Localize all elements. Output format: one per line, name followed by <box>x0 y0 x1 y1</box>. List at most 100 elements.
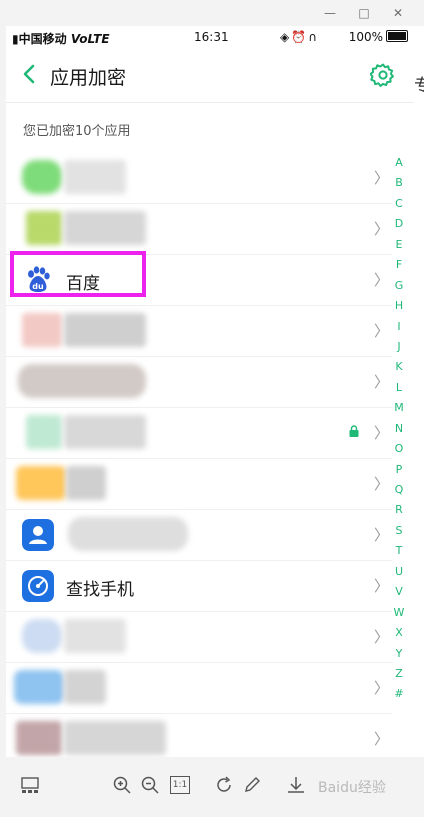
chevron-right-icon: 〉 <box>374 730 390 748</box>
status-time: 16:31 <box>194 30 229 44</box>
list-item[interactable]: 〉 <box>6 509 392 561</box>
chevron-right-icon: 〉 <box>374 475 390 493</box>
blurred-app-name <box>68 517 188 551</box>
index-letter[interactable]: F <box>392 255 406 275</box>
index-letter[interactable]: O <box>392 439 406 459</box>
maximize-button[interactable]: □ <box>355 5 373 21</box>
index-letter[interactable]: R <box>392 500 406 520</box>
blurred-app-icon <box>22 313 62 347</box>
lock-icon <box>349 425 359 437</box>
index-letter[interactable]: D <box>392 214 406 234</box>
list-item[interactable]: 〉 <box>6 203 392 255</box>
chevron-right-icon: 〉 <box>374 628 390 646</box>
background-window-text: 专 <box>414 76 424 97</box>
actual-size-button[interactable]: 1:1 <box>170 776 190 794</box>
chevron-right-icon: 〉 <box>374 526 390 544</box>
vibrate-icon: ◈ <box>280 30 292 44</box>
status-icons: ◈⏰∩ <box>280 30 319 44</box>
index-letter[interactable]: Y <box>392 644 406 664</box>
thumbnail-view-icon[interactable] <box>20 775 40 795</box>
list-item[interactable]: 〉 <box>6 458 392 510</box>
index-letter[interactable]: Q <box>392 480 406 500</box>
blurred-app-icon <box>16 466 66 500</box>
list-item[interactable]: 〉 <box>6 356 392 408</box>
download-icon[interactable] <box>286 775 306 795</box>
chevron-right-icon: 〉 <box>374 220 390 238</box>
list-item[interactable]: 〉 <box>6 407 392 459</box>
index-letter[interactable]: M <box>392 398 406 418</box>
back-arrow-icon[interactable] <box>18 62 42 86</box>
highlight-box <box>10 251 146 297</box>
blurred-app-icon <box>22 160 62 194</box>
index-letter[interactable]: H <box>392 296 406 316</box>
rotate-icon[interactable] <box>214 775 234 795</box>
carrier-name: 中国移动 <box>18 32 67 46</box>
list-item[interactable]: 〉 <box>6 611 392 663</box>
contact-person-icon <box>22 519 54 551</box>
app-name: 查找手机 <box>66 580 134 600</box>
chevron-right-icon: 〉 <box>374 169 390 187</box>
zoom-out-icon[interactable] <box>140 775 160 795</box>
battery-status: 100% <box>349 30 408 44</box>
blurred-app-name <box>64 670 106 704</box>
blurred-app-row <box>18 364 146 398</box>
index-letter[interactable]: I <box>392 317 406 337</box>
index-letter[interactable]: P <box>392 460 406 480</box>
index-letter[interactable]: G <box>392 276 406 296</box>
blurred-app-name <box>64 313 146 347</box>
viewer-toolbar: 1:1 Baidu经验 <box>0 757 424 817</box>
watermark: Baidu经验 <box>318 780 386 796</box>
blurred-app-name <box>66 466 106 500</box>
settings-gear-icon[interactable] <box>370 62 396 88</box>
index-letter[interactable]: # <box>392 684 406 704</box>
signal-icon: ▮ <box>12 32 19 46</box>
encrypted-count-text: 您已加密10个应用 <box>23 124 131 139</box>
index-letter[interactable]: T <box>392 541 406 561</box>
zoom-in-icon[interactable] <box>112 775 132 795</box>
index-letter[interactable]: U <box>392 562 406 582</box>
index-letter[interactable]: J <box>392 337 406 357</box>
index-letter[interactable]: C <box>392 194 406 214</box>
chevron-right-icon: 〉 <box>374 373 390 391</box>
volte-label: VoLTE <box>70 32 110 46</box>
list-item[interactable]: 〉 <box>6 305 392 357</box>
index-letter[interactable]: K <box>392 357 406 377</box>
blurred-app-name <box>64 619 126 653</box>
list-item[interactable]: 〉 <box>6 152 392 204</box>
blurred-app-name <box>64 415 146 449</box>
list-item-find-phone[interactable]: 查找手机 〉 <box>6 560 392 612</box>
index-letter[interactable]: V <box>392 582 406 602</box>
list-item[interactable]: 〉 <box>6 713 392 757</box>
index-letter[interactable]: N <box>392 419 406 439</box>
blurred-app-name <box>64 721 166 755</box>
index-letter[interactable]: B <box>392 173 406 193</box>
chevron-right-icon: 〉 <box>374 577 390 595</box>
minimize-button[interactable]: — <box>321 5 339 21</box>
window-titlebar: — □ ✕ <box>0 0 424 26</box>
chevron-right-icon: 〉 <box>374 322 390 340</box>
index-letter[interactable]: E <box>392 235 406 255</box>
index-letter[interactable]: X <box>392 623 406 643</box>
index-letter[interactable]: Z <box>392 664 406 684</box>
index-letter[interactable]: S <box>392 521 406 541</box>
blurred-app-icon <box>26 415 62 449</box>
blurred-app-icon <box>14 670 64 704</box>
blurred-app-icon <box>22 619 62 653</box>
blurred-app-icon <box>26 211 62 245</box>
index-letter[interactable]: W <box>392 603 406 623</box>
chevron-right-icon: 〉 <box>374 271 390 289</box>
chevron-right-icon: 〉 <box>374 424 390 442</box>
battery-percent: 100% <box>348 30 383 44</box>
close-button[interactable]: ✕ <box>389 5 407 21</box>
index-letter[interactable]: A <box>392 153 406 173</box>
app-header: 应用加密 <box>6 50 414 103</box>
alphabet-index[interactable]: A B C D E F G H I J K L M N O P Q R S T … <box>392 153 406 705</box>
phone-screen: ▮中国移动 VoLTE 16:31 ◈⏰∩ 100% 应用加密 您已加密10个应… <box>6 26 414 757</box>
headset-icon: ∩ <box>308 30 319 44</box>
edit-pencil-icon[interactable] <box>242 775 262 795</box>
list-item[interactable]: 〉 <box>6 662 392 714</box>
chevron-right-icon: 〉 <box>374 679 390 697</box>
alarm-icon: ⏰ <box>291 30 309 44</box>
blurred-app-name <box>64 160 126 194</box>
index-letter[interactable]: L <box>392 378 406 398</box>
